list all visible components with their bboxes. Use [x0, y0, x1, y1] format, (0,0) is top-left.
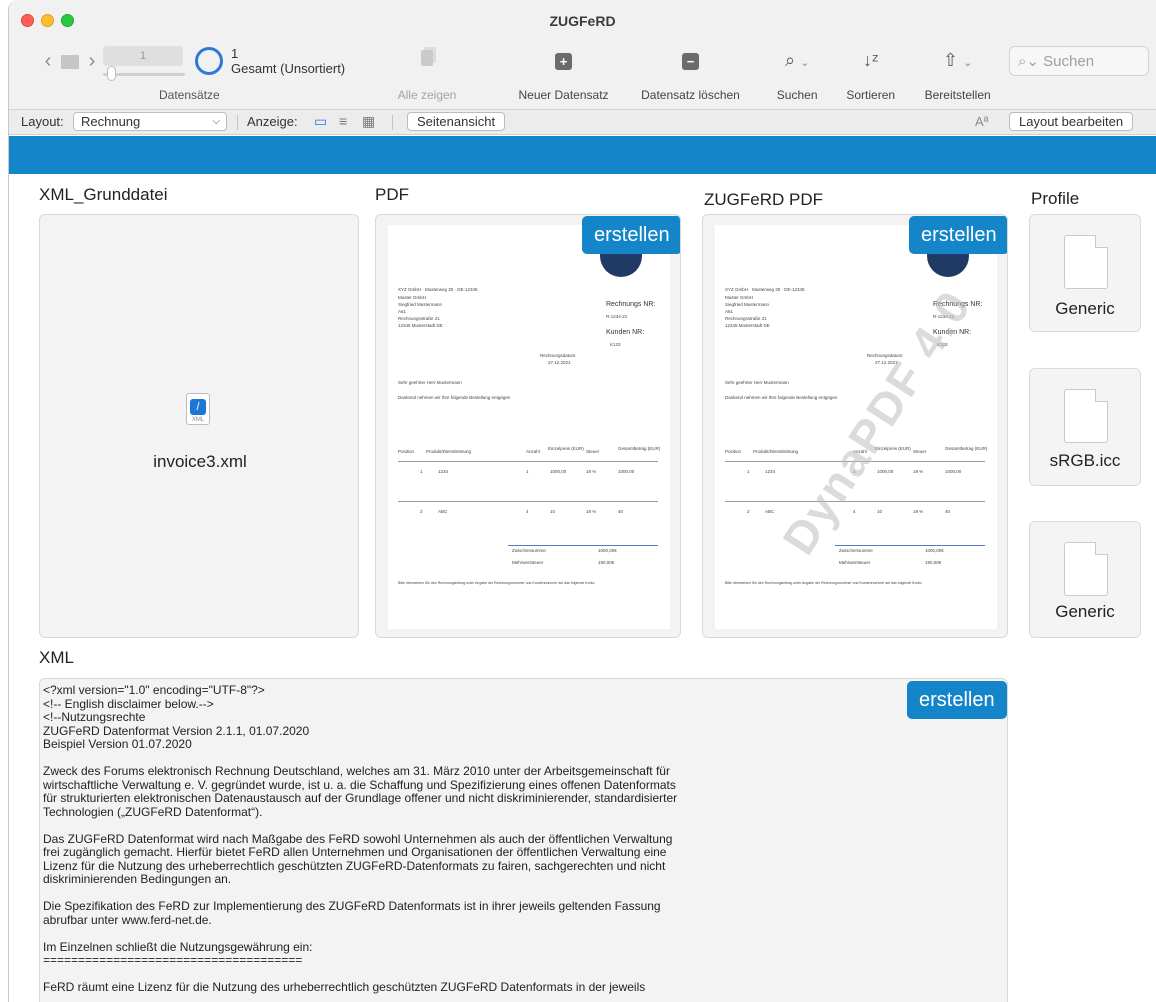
xml-file-name: invoice3.xml — [153, 452, 247, 471]
record-total: Gesamt (Unsortiert) — [231, 61, 346, 76]
xml-text-area[interactable]: <?xml version="1.0" encoding="UTF-8"?> <… — [39, 678, 1008, 1002]
new-record-button[interactable]: + Neuer Datensatz — [518, 50, 609, 102]
pdf-invoice-preview: XYZ GmbH · Musterweg 30 · DE-12345 Muste… — [388, 225, 670, 629]
text-format-icon[interactable]: Aª — [975, 114, 988, 129]
records-label: Datensätze — [159, 88, 220, 102]
list-view-icon[interactable]: ≡ — [339, 113, 347, 129]
view-label: Anzeige: — [247, 114, 298, 129]
previous-record-icon[interactable]: ‹ — [39, 50, 57, 73]
profile-card-generic[interactable]: Generic — [1029, 214, 1141, 332]
window-title: ZUGFeRD — [549, 13, 616, 29]
zugferd-pdf-container[interactable]: XYZ GmbH · Musterweg 30 · DE-12345 Muste… — [702, 214, 1008, 638]
pdf-container[interactable]: XYZ GmbH · Musterweg 30 · DE-12345 Muste… — [375, 214, 681, 638]
create-pdf-button[interactable]: erstellen — [582, 216, 680, 254]
profile-card-generic-cmyk[interactable]: Generic — [1029, 521, 1141, 638]
pdf-title: PDF — [375, 185, 409, 204]
record-navigation: ‹ › — [39, 50, 101, 73]
table-view-icon[interactable]: ▦ — [362, 113, 375, 130]
delete-record-button[interactable]: − Datensatz löschen — [641, 50, 740, 102]
plus-icon: + — [555, 53, 572, 70]
xml-base-container[interactable]: / XML invoice3.xml — [39, 214, 359, 638]
xml-title: XML — [39, 648, 74, 667]
record-number-field[interactable]: 1 — [103, 46, 183, 66]
xml-content[interactable]: <?xml version="1.0" encoding="UTF-8"?> <… — [43, 683, 923, 995]
search-input[interactable]: ⌕⌄ Suchen — [1009, 46, 1149, 76]
next-record-icon[interactable]: › — [83, 50, 101, 73]
dynapdf-watermark: DynaPDF 4.0 — [772, 280, 981, 564]
show-all-icon — [421, 50, 433, 66]
search-icon: ⌕ — [1018, 53, 1027, 70]
app-window: ZUGFeRD ‹ › 1 1 Gesamt (Unsortiert) Daten… — [8, 0, 1156, 1002]
zugferd-pdf-title: ZUGFeRD PDF — [704, 190, 823, 209]
form-view-icon[interactable]: ▭ — [314, 113, 327, 130]
search-icon: ⌕ — [785, 50, 796, 70]
share-icon: ⇧ — [943, 50, 959, 70]
chevron-down-icon: ⌵ — [212, 116, 220, 127]
sort-button[interactable]: ↓ᶻ Sortieren — [846, 50, 895, 102]
layout-bar: Layout: Rechnung ⌵ Anzeige: ▭ ≡ ▦ Seiten… — [9, 110, 1156, 135]
record-count: 1 — [231, 46, 239, 61]
profile-card-srgb[interactable]: sRGB.icc — [1029, 368, 1141, 486]
chevron-down-icon: ⌄ — [963, 57, 973, 69]
xml-file-icon: / XML — [186, 393, 210, 425]
search-button[interactable]: ⌕ ⌄ Suchen — [777, 50, 818, 102]
edit-layout-button[interactable]: Layout bearbeiten — [1009, 112, 1134, 131]
sort-icon: ↓ᶻ — [863, 50, 879, 70]
minus-icon: − — [682, 53, 699, 70]
layout-select[interactable]: Rechnung ⌵ — [73, 112, 227, 131]
page-preview-button[interactable]: Seitenansicht — [407, 112, 506, 131]
create-zugferd-button[interactable]: erstellen — [909, 216, 1007, 254]
zugferd-invoice-preview: XYZ GmbH · Musterweg 30 · DE-12345 Muste… — [715, 225, 997, 629]
xml-base-title: XML_Grunddatei — [39, 185, 168, 204]
record-pie-icon — [195, 47, 223, 75]
document-icon — [1064, 542, 1108, 596]
header-band — [9, 136, 1156, 174]
create-xml-button[interactable]: erstellen — [907, 681, 1007, 719]
document-icon — [1064, 389, 1108, 443]
share-button[interactable]: ⇧ ⌄ Bereitstellen — [925, 50, 991, 102]
toolbar: ZUGFeRD ‹ › 1 1 Gesamt (Unsortiert) Daten… — [9, 0, 1156, 110]
show-all-button[interactable]: Alle zeigen — [398, 50, 456, 102]
profile-title: Profile — [1031, 189, 1080, 208]
chevron-down-icon: ⌄ — [800, 57, 810, 69]
record-slider-knob[interactable] — [107, 66, 116, 81]
layout-label: Layout: — [21, 114, 64, 129]
document-icon — [1064, 235, 1108, 289]
